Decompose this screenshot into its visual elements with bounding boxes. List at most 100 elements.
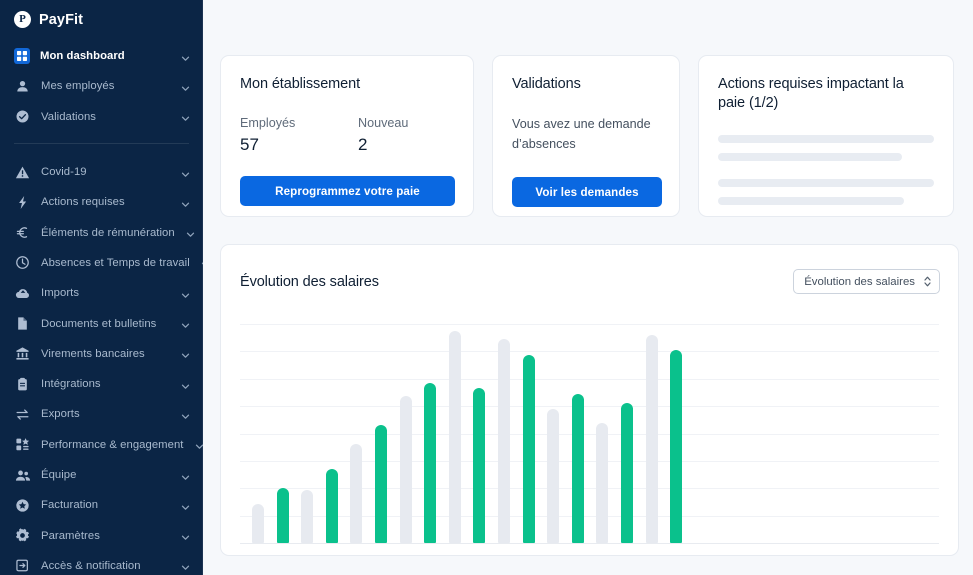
- sidebar-group: Mon dashboard Mes employés Validations: [0, 39, 203, 132]
- sidebar-item-label: Exports: [41, 408, 80, 421]
- bank-icon: [14, 345, 31, 362]
- chart-bar[interactable]: [424, 383, 437, 543]
- chart-bar[interactable]: [473, 387, 486, 543]
- stat-employes: Employés 57: [240, 116, 358, 155]
- reprogram-payroll-button[interactable]: Reprogrammez votre paie: [240, 176, 455, 207]
- chevron-down-icon[interactable]: [180, 51, 191, 62]
- chevron-down-icon[interactable]: [180, 111, 191, 122]
- chevron-down-icon[interactable]: [180, 167, 191, 178]
- chart-bar[interactable]: [276, 488, 289, 543]
- sidebar-item-label: Mes employés: [41, 80, 115, 93]
- sidebar-item-label: Documents et bulletins: [41, 317, 157, 330]
- chart-bar[interactable]: [571, 394, 584, 543]
- chevron-down-icon[interactable]: [180, 409, 191, 420]
- chart-header: Évolution des salaires Évolution des sal…: [221, 245, 958, 294]
- euro-icon: [14, 224, 31, 241]
- sidebar-item-label: Facturation: [41, 499, 99, 512]
- card-actions-requises: Actions requises impactant la paie (1/2): [698, 55, 954, 217]
- sidebar-item-documents-et-bulletins[interactable]: Documents et bulletins: [0, 308, 203, 338]
- chart-bar[interactable]: [547, 409, 560, 543]
- view-requests-button[interactable]: Voir les demandes: [512, 177, 662, 208]
- stat-nouveau: Nouveau 2: [358, 116, 408, 155]
- sidebar-item-performance-engagement[interactable]: Performance & engagement: [0, 430, 203, 460]
- sidebar-item-imports[interactable]: Imports: [0, 278, 203, 308]
- sidebar-item-label: Absences et Temps de travail: [41, 256, 190, 269]
- card-title-actions: Actions requises impactant la paie (1/2): [718, 76, 904, 112]
- stat-label-nouveau: Nouveau: [358, 116, 409, 131]
- sidebar-item-elements-de-remuneration[interactable]: Éléments de rémunération: [0, 217, 203, 247]
- sidebar-item-facturation[interactable]: Facturation: [0, 490, 203, 520]
- clipboard-icon: [14, 376, 31, 393]
- card-evolution-des-salaires: Évolution des salaires Évolution des sal…: [220, 244, 959, 556]
- chevron-down-icon[interactable]: [194, 439, 204, 450]
- sidebar-item-absences-et-temps-de-travail[interactable]: Absences et Temps de travail: [0, 248, 203, 278]
- sidebar-item-label: Mon dashboard: [40, 50, 125, 63]
- chevron-down-icon[interactable]: [185, 227, 196, 238]
- sidebar-item-actions-requises[interactable]: Actions requises: [0, 187, 203, 217]
- chevron-down-icon[interactable]: [180, 560, 191, 571]
- chevron-down-icon[interactable]: [180, 470, 191, 481]
- skeleton-line: [718, 135, 934, 144]
- sidebar-item-exports[interactable]: Exports: [0, 399, 203, 429]
- actions-skeleton-placeholder: [718, 135, 934, 206]
- card-mon-etablissement: Mon établissement Employés 57 Nouveau 2 …: [220, 55, 474, 217]
- card-title-validations: Validations: [512, 76, 581, 92]
- chevron-down-icon[interactable]: [180, 348, 191, 359]
- chevron-updown-icon: [923, 275, 932, 288]
- chevron-down-icon[interactable]: [180, 379, 191, 390]
- sidebar-divider: [14, 142, 189, 144]
- chart-bar[interactable]: [645, 334, 658, 543]
- sidebar-item-label: Actions requises: [41, 196, 125, 209]
- chart-bar[interactable]: [498, 339, 510, 543]
- people-icon: [14, 467, 31, 484]
- star-circle-icon: [14, 497, 31, 514]
- sidebar-item-label: Imports: [41, 287, 80, 300]
- sidebar-item-mes-employes[interactable]: Mes employés: [0, 71, 203, 101]
- chevron-down-icon[interactable]: [180, 318, 191, 329]
- chart-bar[interactable]: [596, 422, 609, 543]
- chart-bar[interactable]: [399, 396, 412, 543]
- chart-bar[interactable]: [350, 444, 363, 543]
- performance-icon: [14, 436, 31, 453]
- establishment-stats: Employés 57 Nouveau 2: [240, 116, 454, 155]
- sidebar-item-mon-dashboard[interactable]: Mon dashboard: [0, 41, 203, 71]
- sidebar-item-acces-notification[interactable]: Accès & notification: [0, 551, 203, 575]
- chart-bar[interactable]: [522, 354, 535, 543]
- chevron-down-icon[interactable]: [180, 530, 191, 541]
- chevron-down-icon[interactable]: [180, 81, 191, 92]
- sidebar-item-equipe[interactable]: Équipe: [0, 460, 203, 490]
- check-circle-icon: [14, 108, 31, 125]
- summary-cards-row: Mon établissement Employés 57 Nouveau 2 …: [203, 0, 973, 217]
- sidebar-item-label: Paramètres: [41, 529, 100, 542]
- login-arrow-icon: [14, 557, 31, 574]
- cloud-upload-icon: [14, 285, 31, 302]
- chart-bars: [240, 324, 939, 543]
- chart-bar[interactable]: [375, 424, 387, 543]
- sidebar-item-covid-19[interactable]: Covid-19: [0, 157, 203, 187]
- sidebar-item-label: Validations: [41, 110, 96, 123]
- brand-logo[interactable]: P PayFit: [0, 0, 203, 39]
- sidebar-item-integrations[interactable]: Intégrations: [0, 369, 203, 399]
- sidebar-item-virements-bancaires[interactable]: Virements bancaires: [0, 339, 203, 369]
- main-content: Mon établissement Employés 57 Nouveau 2 …: [203, 0, 973, 575]
- bolt-icon: [14, 194, 31, 211]
- chart-bar[interactable]: [301, 490, 314, 543]
- chevron-down-icon[interactable]: [180, 288, 191, 299]
- chart-title: Évolution des salaires: [240, 273, 379, 290]
- chart-bar[interactable]: [621, 402, 633, 543]
- sidebar-item-validations[interactable]: Validations: [0, 102, 203, 132]
- chart-bar[interactable]: [325, 468, 338, 543]
- sidebar-item-label: Intégrations: [41, 378, 101, 391]
- chart-bar[interactable]: [252, 503, 264, 543]
- chart-bar[interactable]: [670, 350, 683, 543]
- validations-body-text: Vous avez une demande d’absences: [512, 117, 651, 152]
- chevron-down-icon[interactable]: [180, 197, 191, 208]
- sidebar-item-parametres[interactable]: Paramètres: [0, 520, 203, 550]
- stat-value-nouveau: 2: [358, 135, 368, 155]
- skeleton-line: [718, 197, 904, 206]
- brand-name: PayFit: [39, 11, 84, 28]
- gear-icon: [14, 527, 31, 544]
- chart-bar[interactable]: [448, 330, 461, 543]
- chart-metric-select[interactable]: Évolution des salaires: [793, 269, 940, 294]
- chevron-down-icon[interactable]: [180, 500, 191, 511]
